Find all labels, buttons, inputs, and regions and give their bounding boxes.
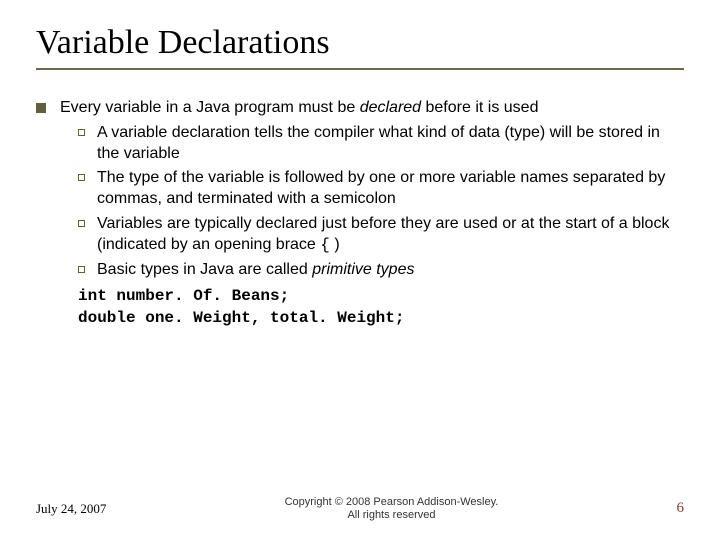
lvl2-text: Basic types in Java are called primitive… bbox=[97, 260, 684, 281]
slide-title: Variable Declarations bbox=[36, 24, 684, 70]
bullet-lvl2: Variables are typically declared just be… bbox=[60, 214, 684, 256]
hollow-square-icon bbox=[78, 174, 85, 181]
lvl2-text: The type of the variable is followed by … bbox=[97, 168, 684, 210]
lvl2-code: { bbox=[320, 236, 330, 254]
hollow-square-icon bbox=[78, 266, 85, 273]
bullet-lvl2: Basic types in Java are called primitive… bbox=[60, 260, 684, 281]
lvl2-text: A variable declaration tells the compile… bbox=[97, 123, 684, 165]
slide-footer: July 24, 2007 Copyright © 2008 Pearson A… bbox=[0, 496, 720, 522]
square-bullet-icon bbox=[36, 103, 46, 113]
hollow-square-icon bbox=[78, 129, 85, 136]
footer-copy-line2: All rights reserved bbox=[106, 509, 676, 522]
bullet-lvl2: The type of the variable is followed by … bbox=[60, 168, 684, 210]
lvl1-text-pre: Every variable in a Java program must be bbox=[60, 99, 360, 116]
lvl2-text-em: primitive types bbox=[312, 261, 414, 278]
hollow-square-icon bbox=[78, 220, 85, 227]
code-line: int number. Of. Beans; bbox=[78, 286, 684, 308]
code-example: int number. Of. Beans; double one. Weigh… bbox=[60, 286, 684, 329]
code-line: double one. Weight, total. Weight; bbox=[78, 308, 684, 330]
lvl2-text-pre: Variables are typically declared just be… bbox=[97, 215, 669, 253]
footer-page-number: 6 bbox=[677, 500, 685, 517]
lvl1-text-post: before it is used bbox=[421, 99, 538, 116]
bullet-lvl1: Every variable in a Java program must be… bbox=[36, 98, 684, 330]
lvl1-text-em: declared bbox=[360, 99, 421, 116]
lvl2-text-pre: Basic types in Java are called bbox=[97, 261, 312, 278]
lvl2-text-post: ) bbox=[330, 236, 340, 253]
footer-copyright: Copyright © 2008 Pearson Addison-Wesley.… bbox=[106, 496, 676, 522]
footer-date: July 24, 2007 bbox=[36, 501, 106, 517]
footer-copy-line1: Copyright © 2008 Pearson Addison-Wesley. bbox=[106, 496, 676, 509]
lvl2-text: Variables are typically declared just be… bbox=[97, 214, 684, 256]
bullet-lvl2: A variable declaration tells the compile… bbox=[60, 123, 684, 165]
